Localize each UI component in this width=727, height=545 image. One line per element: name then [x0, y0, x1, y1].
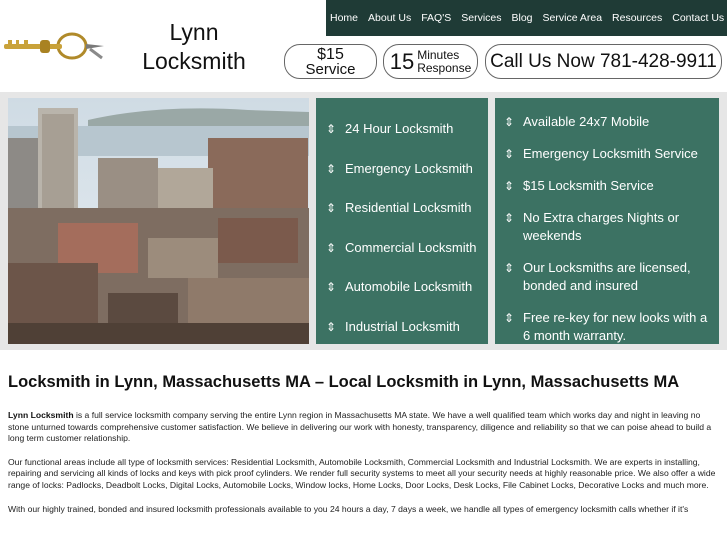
- nav-faqs[interactable]: FAQ'S: [416, 0, 456, 36]
- service-item[interactable]: ⇕ 24 Hour Locksmith: [326, 120, 453, 138]
- page-title: Locksmith in Lynn, Massachusetts MA – Lo…: [8, 373, 680, 391]
- response-badge-label: Response: [417, 60, 472, 75]
- intro-text: is a full service locksmith company serv…: [8, 410, 712, 444]
- feature-label: Our Locksmiths are licensed, bonded and …: [523, 260, 691, 293]
- response-badge-unit: Minutes: [417, 47, 460, 62]
- dollar-arrow-icon: ⇕: [504, 211, 515, 225]
- availability-paragraph: With our highly trained, bonded and insu…: [8, 503, 689, 514]
- service-item[interactable]: ⇕ Emergency Locksmith: [326, 160, 473, 178]
- nav-services[interactable]: Services: [456, 0, 506, 36]
- nav-blog[interactable]: Blog: [507, 0, 538, 36]
- service-label: Industrial Locksmith: [345, 319, 460, 334]
- feature-item: ⇕ Available 24x7 Mobile: [504, 113, 714, 131]
- features-panel: ⇕ Available 24x7 Mobile ⇕ Emergency Lock…: [495, 98, 719, 344]
- brand-bold: Lynn Locksmith: [8, 410, 74, 420]
- nav-about-us[interactable]: About Us: [363, 0, 416, 36]
- response-badge[interactable]: 15 Minutes Response: [383, 44, 478, 79]
- dollar-arrow-icon: ⇕: [504, 179, 515, 193]
- call-now-button[interactable]: Call Us Now 781-428-9911: [485, 44, 722, 79]
- dollar-arrow-icon: ⇕: [504, 261, 515, 275]
- feature-label: Free re-key for new looks with a 6 month…: [523, 310, 708, 343]
- feature-item: ⇕ Emergency Locksmith Service: [504, 145, 714, 163]
- nav-resources[interactable]: Resources: [607, 0, 667, 36]
- price-badge[interactable]: $15 Service: [284, 44, 377, 79]
- nav-contact-us[interactable]: Contact Us: [667, 0, 727, 36]
- service-item[interactable]: ⇕ Automobile Locksmith: [326, 278, 472, 296]
- feature-item: ⇕ Our Locksmiths are licensed, bonded an…: [504, 259, 714, 295]
- nav-home[interactable]: Home: [326, 0, 363, 36]
- dollar-arrow-icon: ⇕: [504, 147, 515, 161]
- feature-item: ⇕ Free re-key for new looks with a 6 mon…: [504, 309, 714, 344]
- service-label: Automobile Locksmith: [345, 279, 473, 294]
- dollar-arrow-icon: ⇕: [326, 162, 337, 176]
- price-badge-label: Service: [305, 60, 356, 78]
- price-badge-amount: $15: [317, 45, 344, 63]
- service-label: Emergency Locksmith: [345, 161, 473, 176]
- feature-label: No Extra charges Nights or weekends: [523, 210, 680, 243]
- site-logo[interactable]: Lynn Locksmith: [0, 0, 290, 92]
- dollar-arrow-icon: ⇕: [504, 115, 515, 129]
- service-label: Residential Locksmith: [345, 200, 472, 215]
- feature-label: $15 Locksmith Service: [523, 178, 654, 193]
- service-label: Commercial Locksmith: [345, 240, 477, 255]
- services-panel: ⇕ 24 Hour Locksmith ⇕ Emergency Locksmit…: [316, 98, 488, 344]
- dollar-arrow-icon: ⇕: [326, 320, 337, 334]
- service-item[interactable]: ⇕ Residential Locksmith: [326, 199, 471, 217]
- logo-line-2: Locksmith: [142, 48, 246, 74]
- feature-item: ⇕ $15 Locksmith Service: [504, 177, 714, 195]
- feature-label: Available 24x7 Mobile: [523, 114, 650, 129]
- service-label: 24 Hour Locksmith: [345, 121, 454, 136]
- main-nav: Home About Us FAQ'S Services Blog Servic…: [326, 0, 727, 36]
- keys-logo-icon: [4, 32, 104, 60]
- feature-label: Emergency Locksmith Service: [523, 146, 698, 161]
- main-article: Locksmith in Lynn, Massachusetts MA – Lo…: [8, 370, 720, 515]
- nav-service-area[interactable]: Service Area: [538, 0, 608, 36]
- services-paragraph: Our functional areas include all type of…: [8, 456, 716, 490]
- response-badge-number: 15: [389, 48, 415, 74]
- intro-paragraph: Lynn Locksmith is a full service locksmi…: [8, 410, 720, 445]
- dollar-arrow-icon: ⇕: [326, 201, 337, 215]
- dollar-arrow-icon: ⇕: [326, 280, 337, 294]
- dollar-arrow-icon: ⇕: [504, 311, 515, 325]
- service-item[interactable]: ⇕ Commercial Locksmith: [326, 239, 476, 257]
- logo-line-1: Lynn: [169, 19, 219, 45]
- dollar-arrow-icon: ⇕: [326, 241, 337, 255]
- city-skyline-image: [8, 98, 309, 344]
- logo-text: Lynn Locksmith: [104, 18, 284, 76]
- feature-item: ⇕ No Extra charges Nights or weekends: [504, 209, 714, 245]
- service-item[interactable]: ⇕ Industrial Locksmith: [326, 318, 460, 336]
- dollar-arrow-icon: ⇕: [326, 122, 337, 136]
